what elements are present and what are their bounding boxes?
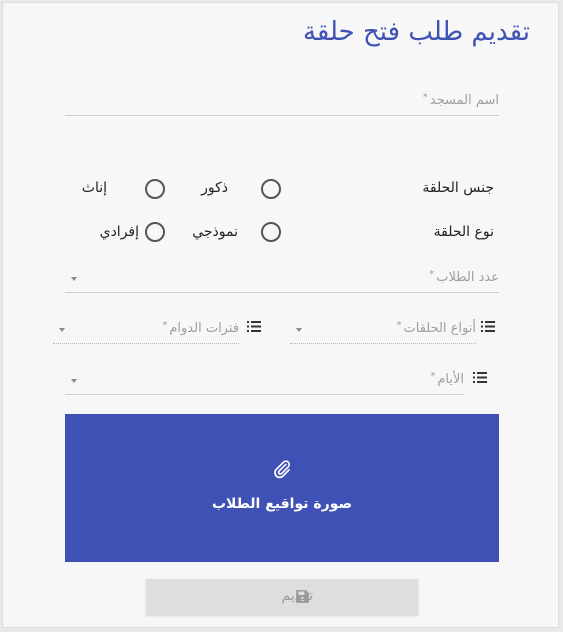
radio-female-label: إناث [81,180,107,196]
radio-male-label: ذكور [201,180,228,196]
radio-female[interactable] [145,179,165,199]
upload-label: صورة تواقيع الطلاب [211,496,353,512]
signatures-upload-button[interactable]: صورة تواقيع الطلاب [65,414,499,562]
days-select[interactable]: الأيام* [65,367,464,395]
mosque-name-label: اسم المسجد* [422,92,499,108]
circle-gender-label: جنس الحلقة [422,180,494,196]
days-label: الأيام* [430,371,464,387]
circle-type-label: نوع الحلقة [433,224,494,240]
work-periods-label: فترات الدوام* [162,320,239,336]
radio-model-label: نموذجي [192,224,238,240]
radio-model[interactable] [261,222,281,242]
chevron-down-icon [59,328,65,332]
chevron-down-icon [71,379,77,383]
submit-button[interactable]: تقديم [146,579,418,615]
students-count-select[interactable]: عدد الطلاب* [65,265,499,293]
submit-label: تقديم [281,588,313,604]
radio-individual[interactable] [145,222,165,242]
chevron-down-icon [71,277,77,281]
work-periods-select[interactable]: فترات الدوام* [53,316,239,344]
students-count-label: عدد الطلاب* [429,269,499,285]
mosque-name-input[interactable]: اسم المسجد* [65,88,499,116]
circle-kinds-label: أنواع الحلقات* [396,320,477,336]
radio-individual-label: إفرادي [99,224,139,240]
paperclip-icon [274,460,291,479]
radio-male[interactable] [261,179,281,199]
page-title: تقديم طلب فتح حلقة [302,17,530,47]
circle-kinds-select[interactable]: أنواع الحلقات* [290,316,476,344]
list-icon [481,321,495,332]
chevron-down-icon [296,328,302,332]
form-card: تقديم طلب فتح حلقة اسم المسجد* جنس الحلق… [2,2,559,628]
list-icon [247,321,261,332]
list-icon [473,372,487,383]
